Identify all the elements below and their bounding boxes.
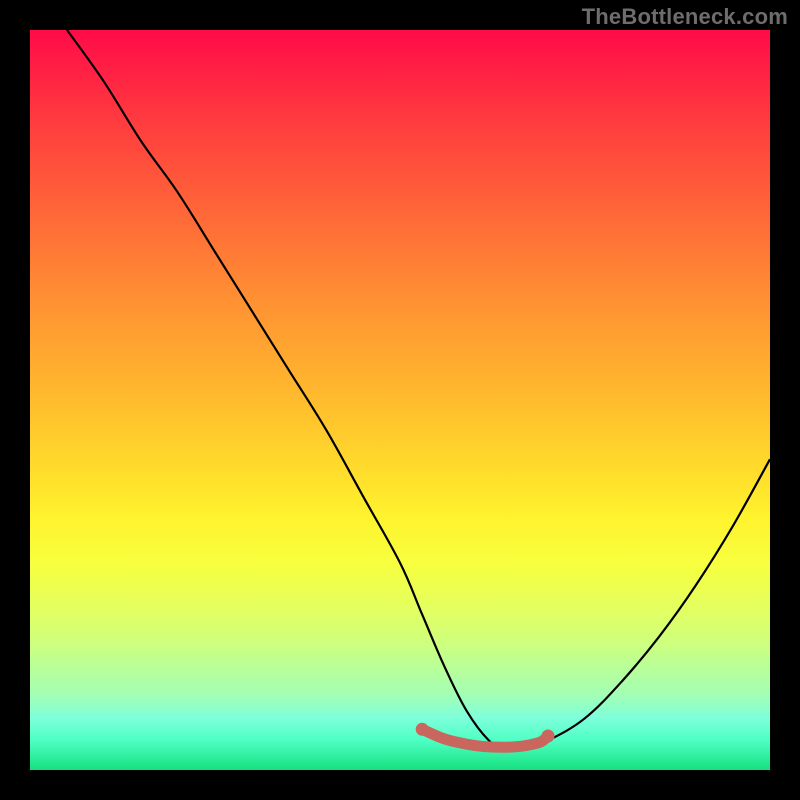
flat-zone-marker	[422, 729, 548, 747]
watermark-text: TheBottleneck.com	[582, 4, 788, 30]
marker-end-dot	[416, 723, 429, 736]
marker-end-dot	[542, 730, 555, 743]
plot-area	[30, 30, 770, 770]
bottleneck-curve	[67, 30, 770, 749]
chart-frame: TheBottleneck.com	[0, 0, 800, 800]
curve-svg	[30, 30, 770, 770]
